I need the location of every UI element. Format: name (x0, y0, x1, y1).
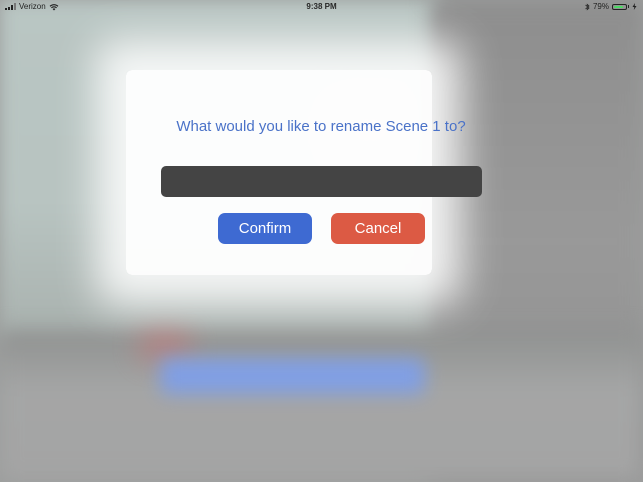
blurred-background-bottom (0, 330, 643, 482)
cancel-button[interactable]: Cancel (331, 213, 425, 244)
rename-prompt: What would you like to rename Scene 1 to… (176, 118, 466, 135)
battery-icon (612, 3, 627, 10)
blurred-background-accent (140, 330, 190, 360)
status-right: 79% (585, 2, 637, 11)
blurred-background-button (160, 358, 425, 394)
battery-level (614, 5, 623, 8)
scene-name-input[interactable] (161, 166, 482, 197)
charging-icon (632, 3, 637, 10)
battery-percent: 79% (592, 2, 609, 11)
status-time: 9:38 PM (306, 2, 337, 11)
battery-tip (628, 5, 629, 8)
confirm-button[interactable]: Confirm (218, 213, 312, 244)
app-screen: Verizon 9:38 PM 79% What would you like … (0, 0, 643, 482)
bluetooth-icon (585, 3, 590, 10)
status-bar: Verizon 9:38 PM 79% (0, 0, 643, 14)
